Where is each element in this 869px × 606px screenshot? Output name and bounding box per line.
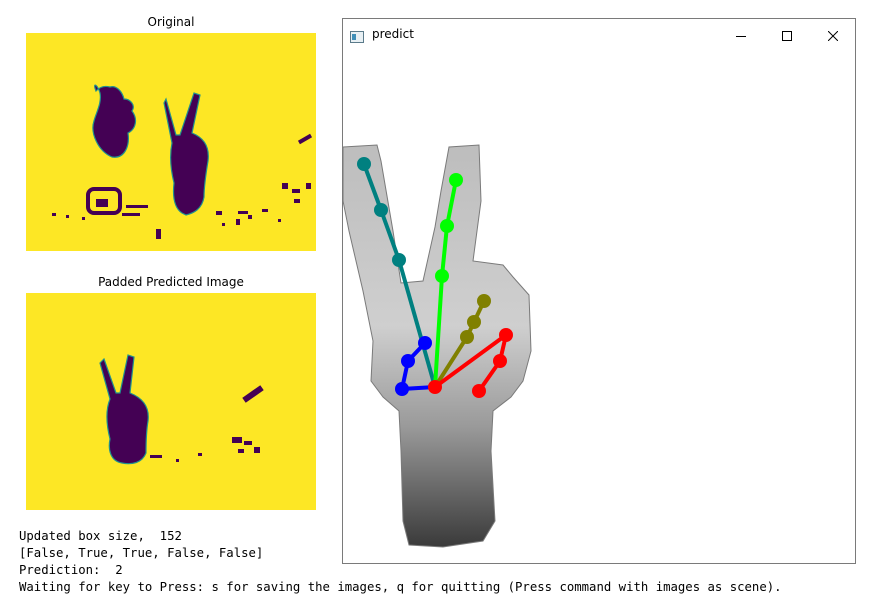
maximize-button[interactable] xyxy=(764,19,810,51)
joint-point xyxy=(467,315,481,329)
joint-point xyxy=(357,157,371,171)
minimize-button[interactable] xyxy=(718,19,764,51)
joint-point xyxy=(374,203,388,217)
window-title: predict xyxy=(372,27,414,41)
joint-point xyxy=(418,336,432,350)
predict-window: predict xyxy=(342,18,856,564)
joint-point xyxy=(460,330,474,344)
joint-point xyxy=(395,382,409,396)
original-head-blob xyxy=(92,84,137,158)
joint-point xyxy=(449,173,463,187)
title-bar[interactable]: predict xyxy=(343,19,855,51)
console-line: Prediction: 2 xyxy=(19,563,123,577)
original-image xyxy=(26,33,316,251)
padded-hand-blob xyxy=(99,354,149,465)
app-window-icon xyxy=(350,28,364,47)
padded-panel-title: Padded Predicted Image xyxy=(98,275,244,289)
joint-point xyxy=(499,328,513,342)
joint-point xyxy=(440,219,454,233)
joint-point xyxy=(435,269,449,283)
joint-point xyxy=(401,354,415,368)
maximize-icon xyxy=(782,26,792,45)
original-panel-title: Original xyxy=(147,15,195,29)
original-hand-blob xyxy=(163,92,209,216)
close-icon xyxy=(827,26,839,45)
joint-point xyxy=(472,384,486,398)
console-line: Waiting for key to Press: s for saving t… xyxy=(19,580,782,594)
joint-point xyxy=(493,354,507,368)
minimize-icon xyxy=(736,26,746,45)
wrist-joint xyxy=(428,380,442,394)
padded-predicted-image xyxy=(26,293,316,510)
joint-point xyxy=(477,294,491,308)
close-button[interactable] xyxy=(810,19,856,51)
joint-point xyxy=(392,253,406,267)
prediction-canvas xyxy=(343,51,855,563)
